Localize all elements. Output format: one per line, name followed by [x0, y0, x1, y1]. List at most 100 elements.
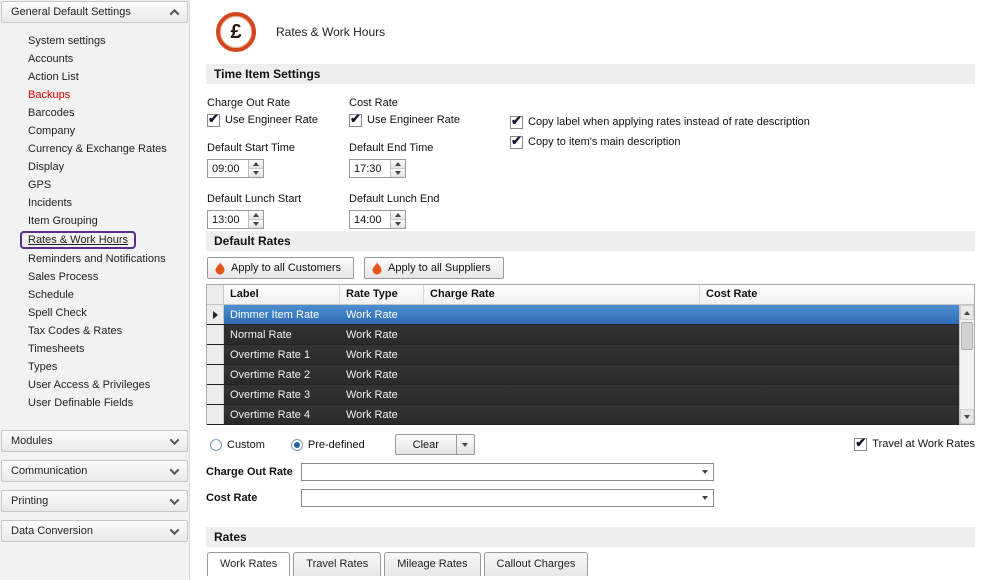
table-row[interactable]: Dimmer Item Rate Work Rate	[207, 305, 959, 325]
default-start-time-input[interactable]: 09:00	[207, 159, 264, 178]
sidebar-item-incidents[interactable]: Incidents	[0, 194, 189, 212]
checkbox-checked-icon	[207, 111, 220, 127]
sidebar-item-user-definable-fields[interactable]: User Definable Fields	[0, 394, 189, 412]
section-header-modules[interactable]: Modules	[1, 430, 188, 452]
charge-out-rate-label: Charge Out Rate	[207, 97, 291, 109]
predefined-radio[interactable]: Pre-defined	[290, 438, 365, 451]
sidebar-item-item-grouping[interactable]: Item Grouping	[0, 212, 189, 230]
spinner-down-button[interactable]	[249, 169, 263, 177]
default-lunch-start-label: Default Lunch Start	[207, 193, 302, 205]
sidebar-item-sales-process[interactable]: Sales Process	[0, 268, 189, 286]
scroll-up-button[interactable]	[960, 305, 974, 320]
arrow-down-icon	[702, 496, 708, 500]
table-row[interactable]: Overtime Rate 4 Work Rate	[207, 405, 959, 425]
cost-rate-label: Cost Rate	[349, 97, 398, 109]
sidebar-item-system-settings[interactable]: System settings	[0, 32, 189, 50]
sidebar-item-user-access-privileges[interactable]: User Access & Privileges	[0, 376, 189, 394]
spinner-up-button[interactable]	[249, 211, 263, 220]
tab-work-rates[interactable]: Work Rates	[207, 552, 291, 576]
spinner-buttons	[390, 160, 405, 177]
clear-split-button: Clear	[394, 434, 475, 455]
spinner-up-button[interactable]	[249, 160, 263, 169]
sidebar-item-currency-exchange-rates[interactable]: Currency & Exchange Rates	[0, 140, 189, 158]
radio-selected-icon	[290, 438, 303, 451]
table-row[interactable]: Overtime Rate 2 Work Rate	[207, 365, 959, 385]
section-header-general-default-settings[interactable]: General Default Settings	[1, 1, 188, 23]
apply-to-all-customers-button[interactable]: Apply to all Customers	[207, 257, 355, 279]
section-header-printing[interactable]: Printing	[1, 490, 188, 512]
row-selector-cell	[207, 405, 224, 424]
table-row[interactable]: Overtime Rate 1 Work Rate	[207, 345, 959, 365]
table-scrollbar[interactable]	[959, 305, 974, 424]
charge-out-column: Charge Out Rate Use Engineer Rate Defaul…	[207, 97, 349, 229]
section-header-communication[interactable]: Communication	[1, 460, 188, 482]
sidebar-item-display[interactable]: Display	[0, 158, 189, 176]
sidebar-item-reminders-notifications[interactable]: Reminders and Notifications	[0, 250, 189, 268]
sidebar-item-action-list[interactable]: Action List	[0, 68, 189, 86]
apply-to-all-suppliers-button[interactable]: Apply to all Suppliers	[364, 257, 504, 279]
arrow-up-icon	[253, 162, 259, 166]
column-header-rate-type[interactable]: Rate Type	[340, 285, 424, 304]
charge-out-rate-combo-label: Charge Out Rate	[206, 466, 293, 478]
column-header-cost-rate[interactable]: Cost Rate	[700, 285, 974, 304]
cost-rate-column: Cost Rate Use Engineer Rate Default End …	[349, 97, 510, 229]
tab-callout-charges[interactable]: Callout Charges	[483, 552, 589, 576]
section-header-data-conversion[interactable]: Data Conversion	[1, 520, 188, 542]
settings-window: General Default Settings System settings…	[0, 0, 996, 580]
tab-mileage-rates[interactable]: Mileage Rates	[384, 552, 481, 576]
default-end-time-input[interactable]: 17:30	[349, 159, 406, 178]
copy-label-checkbox[interactable]: Copy label when applying rates instead o…	[510, 113, 975, 129]
clear-button[interactable]: Clear	[394, 434, 457, 455]
sidebar-item-barcodes[interactable]: Barcodes	[0, 104, 189, 122]
cost-rate-row: Cost Rate	[206, 481, 975, 507]
scrollbar-thumb[interactable]	[961, 322, 973, 350]
checkbox-checked-icon	[510, 133, 523, 149]
settings-sidebar: General Default Settings System settings…	[0, 0, 190, 580]
spinner-up-button[interactable]	[391, 211, 405, 220]
sidebar-item-timesheets[interactable]: Timesheets	[0, 340, 189, 358]
sidebar-item-types[interactable]: Types	[0, 358, 189, 376]
tab-travel-rates[interactable]: Travel Rates	[293, 552, 382, 576]
table-header-row: Label Rate Type Charge Rate Cost Rate	[207, 285, 974, 305]
arrow-down-icon	[702, 470, 708, 474]
custom-radio[interactable]: Custom	[210, 438, 265, 451]
spinner-up-button[interactable]	[391, 160, 405, 169]
spinner-down-button[interactable]	[249, 220, 263, 228]
cost-rate-combo-label: Cost Rate	[206, 492, 258, 504]
sidebar-item-backups[interactable]: Backups	[0, 86, 189, 104]
row-selector-cell	[207, 305, 224, 324]
chevron-down-icon	[169, 434, 180, 445]
checkbox-checked-icon	[854, 435, 868, 451]
column-header-charge-rate[interactable]: Charge Rate	[424, 285, 700, 304]
dropdown-arrow[interactable]	[697, 464, 713, 480]
table-row[interactable]: Overtime Rate 3 Work Rate	[207, 385, 959, 405]
spinner-down-button[interactable]	[391, 220, 405, 228]
sidebar-item-spell-check[interactable]: Spell Check	[0, 304, 189, 322]
page-header: £ Rates & Work Hours	[206, 0, 975, 64]
dropdown-arrow[interactable]	[697, 490, 713, 506]
sidebar-item-company[interactable]: Company	[0, 122, 189, 140]
scrollbar-track[interactable]	[960, 320, 974, 409]
arrow-down-icon	[253, 222, 259, 226]
cost-rate-dropdown[interactable]	[301, 489, 714, 507]
default-lunch-end-input[interactable]: 14:00	[349, 210, 406, 229]
spinner-down-button[interactable]	[391, 169, 405, 177]
sidebar-item-rates-work-hours[interactable]: Rates & Work Hours	[0, 230, 189, 250]
sidebar-item-schedule[interactable]: Schedule	[0, 286, 189, 304]
row-selector-cell	[207, 365, 224, 384]
checkbox-checked-icon	[349, 111, 362, 127]
table-row[interactable]: Normal Rate Work Rate	[207, 325, 959, 345]
charge-out-rate-dropdown[interactable]	[301, 463, 714, 481]
charge-use-engineer-rate-checkbox[interactable]: Use Engineer Rate	[207, 111, 349, 127]
arrow-down-icon	[462, 442, 469, 447]
travel-at-work-rates-checkbox[interactable]: Travel at Work Rates	[854, 435, 975, 451]
sidebar-item-accounts[interactable]: Accounts	[0, 50, 189, 68]
clear-dropdown-button[interactable]	[456, 434, 475, 455]
default-lunch-start-input[interactable]: 13:00	[207, 210, 264, 229]
sidebar-item-gps[interactable]: GPS	[0, 176, 189, 194]
column-header-label[interactable]: Label	[224, 285, 340, 304]
cost-use-engineer-rate-checkbox[interactable]: Use Engineer Rate	[349, 111, 510, 127]
scroll-down-button[interactable]	[960, 409, 974, 424]
sidebar-item-tax-codes-rates[interactable]: Tax Codes & Rates	[0, 322, 189, 340]
copy-main-description-checkbox[interactable]: Copy to item's main description	[510, 133, 975, 149]
